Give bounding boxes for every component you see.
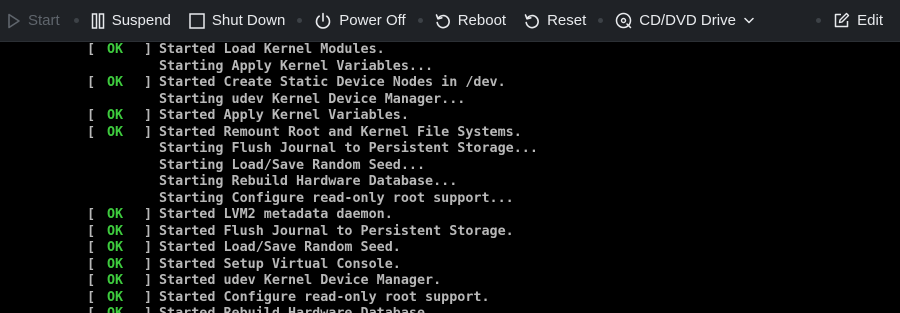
status-ok: OK	[107, 240, 124, 255]
status-bracket-open: [	[87, 75, 96, 90]
console-message: Starting Load/Save Random Seed...	[159, 157, 426, 173]
console-message: Starting Apply Kernel Variables...	[159, 58, 434, 74]
status-ok: OK	[107, 75, 124, 90]
console-line: Starting udev Kernel Device Manager...	[0, 92, 900, 109]
disc-icon	[615, 12, 632, 29]
status-bracket-close: ]	[144, 289, 153, 305]
status-bracket-open: [	[87, 223, 96, 239]
console-message: Started udev Kernel Device Manager.	[159, 273, 442, 288]
vm-toolbar: Start Suspend Shut Down Power Off Reboot…	[0, 0, 900, 42]
status-bracket-close: ]	[144, 240, 153, 255]
status-bracket-open: [	[87, 42, 96, 57]
edit-icon	[833, 12, 850, 29]
status-bracket-close: ]	[144, 256, 153, 272]
status-ok: OK	[107, 256, 124, 272]
status-bracket-close: ]	[144, 42, 153, 57]
console-message: Started Setup Virtual Console.	[159, 256, 401, 272]
console-message: Started Configure read-only root support…	[159, 289, 490, 305]
console-line: [ OK] Started LVM2 metadata daemon.	[0, 207, 900, 224]
suspend-button[interactable]: Suspend	[91, 0, 171, 42]
play-icon	[7, 13, 21, 29]
separator	[816, 18, 822, 23]
status-ok: OK	[107, 124, 124, 140]
status-ok: OK	[107, 42, 124, 57]
pause-icon	[91, 12, 105, 29]
status-ok: OK	[107, 108, 124, 123]
status-bracket-close: ]	[144, 223, 153, 239]
console-message: Starting Flush Journal to Persistent Sto…	[159, 141, 538, 156]
reset-icon	[524, 13, 540, 29]
edit-label: Edit	[857, 12, 883, 29]
console-line: [ OK] Started Configure read-only root sup…	[0, 290, 900, 307]
console-line: [ OK] Started Setup Virtual Console.	[0, 257, 900, 274]
console-message: Starting udev Kernel Device Manager...	[159, 91, 466, 107]
power-icon	[314, 12, 332, 30]
console-line: [ OK] Started Create Static Device Nodes i…	[0, 75, 900, 92]
status-bracket-close: ]	[144, 207, 153, 222]
square-icon	[189, 12, 205, 29]
reboot-icon	[435, 13, 451, 29]
console-message: Started Remount Root and Kernel File Sys…	[159, 124, 522, 140]
chevron-down-icon	[744, 17, 754, 24]
status-bracket-open: [	[87, 207, 96, 222]
poweroff-button[interactable]: Power Off	[314, 0, 406, 42]
status-bracket-close: ]	[144, 75, 153, 90]
status-bracket-open: [	[87, 240, 96, 255]
status-bracket-close: ]	[144, 306, 152, 313]
console-message: Started Apply Kernel Variables.	[159, 108, 409, 123]
shutdown-button[interactable]: Shut Down	[189, 0, 285, 42]
edit-button[interactable]: Edit	[833, 0, 883, 42]
status-bracket-close: ]	[144, 124, 153, 140]
console-line: [ OK] Started udev Kernel Device Manager.	[0, 273, 900, 290]
start-button[interactable]: Start	[7, 0, 60, 42]
status-bracket-open: [	[87, 108, 96, 123]
status-ok: OK	[107, 306, 123, 313]
console-line: Starting Rebuild Hardware Database...	[0, 174, 900, 191]
status-bracket-open: [	[87, 289, 96, 305]
console-line: [ OK] Started Flush Journal to Persistent …	[0, 224, 900, 241]
console-message: Started Load Kernel Modules.	[159, 42, 385, 57]
shutdown-label: Shut Down	[211, 12, 286, 29]
console-line: Starting Load/Save Random Seed...	[0, 158, 900, 175]
console-message: Starting Configure read-only root suppor…	[159, 190, 514, 206]
separator	[73, 18, 79, 23]
console-message: Started Rebuild Hardware Database.	[159, 306, 433, 313]
start-label: Start	[28, 12, 60, 29]
separator	[417, 18, 423, 23]
console-message: Started Load/Save Random Seed.	[159, 240, 401, 255]
reset-button[interactable]: Reset	[524, 0, 586, 42]
console-line: Starting Configure read-only root suppor…	[0, 191, 900, 208]
status-ok: OK	[107, 289, 124, 305]
console-line: Starting Apply Kernel Variables...	[0, 59, 900, 76]
poweroff-label: Power Off	[339, 12, 406, 29]
console-line: [ OK] Started Load/Save Random Seed.	[0, 240, 900, 257]
cddvd-dropdown[interactable]: CD/DVD Drive	[615, 0, 754, 42]
console-line: Starting Flush Journal to Persistent Sto…	[0, 141, 900, 158]
status-ok: OK	[107, 207, 124, 222]
separator	[297, 18, 303, 23]
console-line: [ OK] Started Remount Root and Kernel File…	[0, 125, 900, 142]
vm-console-screen[interactable]: [OK] Started Load Kernel Modules. Starting…	[0, 42, 900, 313]
console-message: Started Create Static Device Nodes in /d…	[159, 75, 506, 90]
console-line: [ OK] Started Apply Kernel Variables.	[0, 108, 900, 125]
console-line: [ OK] Started Rebuild Hardware Database.	[0, 306, 900, 313]
suspend-label: Suspend	[111, 12, 171, 29]
status-bracket-open: [	[87, 124, 96, 140]
reset-label: Reset	[547, 12, 587, 29]
console-line: [ OK] Started Load Kernel Modules.	[0, 42, 900, 59]
status-ok: OK	[107, 223, 124, 239]
console-message: Started Flush Journal to Persistent Stor…	[159, 223, 514, 239]
status-bracket-open: [	[87, 306, 95, 313]
status-bracket-open: [	[87, 273, 96, 288]
status-bracket-close: ]	[144, 273, 153, 288]
separator	[598, 18, 604, 23]
status-ok: OK	[107, 273, 124, 288]
reboot-label: Reboot	[457, 12, 507, 29]
reboot-button[interactable]: Reboot	[435, 0, 506, 42]
console-message: Started LVM2 metadata daemon.	[159, 207, 393, 222]
cddvd-label: CD/DVD Drive	[639, 12, 736, 29]
console-message: Starting Rebuild Hardware Database...	[159, 174, 458, 189]
status-bracket-close: ]	[144, 108, 153, 123]
status-bracket-open: [	[87, 256, 96, 272]
